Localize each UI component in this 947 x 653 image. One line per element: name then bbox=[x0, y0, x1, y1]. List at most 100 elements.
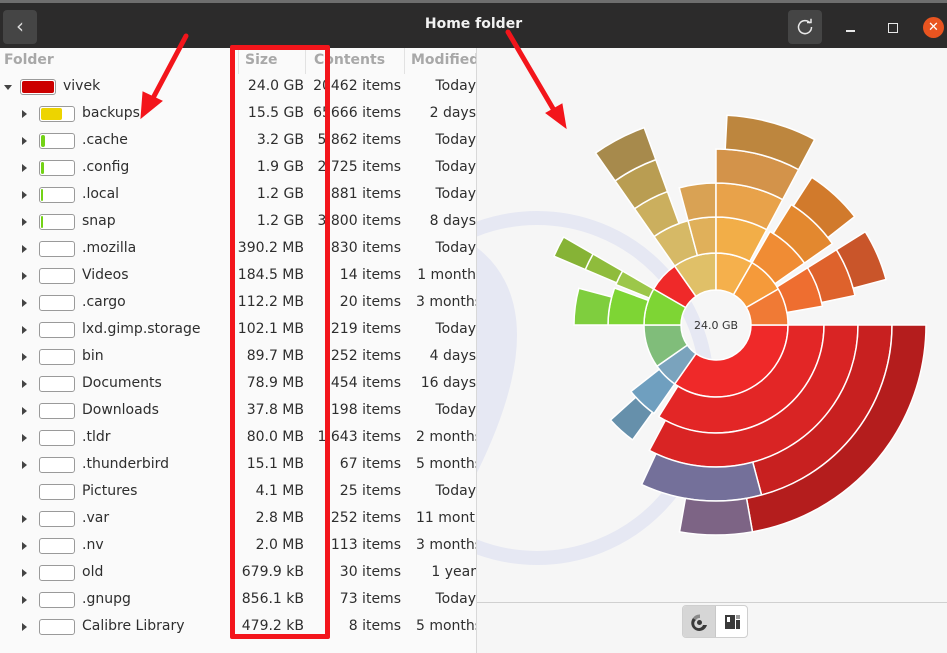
folder-modified: 2 days bbox=[429, 105, 476, 121]
size-bar bbox=[20, 79, 56, 95]
treemap-view-button[interactable] bbox=[716, 606, 747, 637]
folder-name: .tldr bbox=[82, 429, 111, 445]
folder-name: .var bbox=[82, 510, 110, 526]
folder-modified: 5 months bbox=[416, 456, 476, 472]
folder-name: .nv bbox=[82, 537, 104, 553]
size-bar-fill bbox=[41, 108, 62, 120]
folder-modified: 16 days bbox=[420, 375, 476, 391]
size-bar bbox=[39, 376, 75, 392]
ring-segment[interactable] bbox=[573, 287, 613, 326]
ring-chart-view-button[interactable] bbox=[683, 606, 716, 637]
expand-arrow-icon[interactable] bbox=[22, 326, 27, 334]
folder-modified: 5 months bbox=[416, 618, 476, 634]
folder-name: .config bbox=[82, 159, 130, 175]
expand-arrow-icon[interactable] bbox=[22, 596, 27, 604]
folder-modified: 3 months bbox=[416, 537, 476, 553]
folder-name: .local bbox=[82, 186, 120, 202]
folder-name: Videos bbox=[82, 267, 129, 283]
folder-name: .cache bbox=[82, 132, 128, 148]
folder-modified: Today bbox=[435, 159, 477, 175]
size-bar-fill bbox=[41, 135, 46, 147]
expand-arrow-icon[interactable] bbox=[22, 272, 27, 280]
size-bar bbox=[39, 349, 75, 365]
close-icon: ✕ bbox=[928, 20, 939, 35]
size-bar bbox=[39, 214, 75, 230]
folder-contents: 67 items bbox=[339, 456, 401, 472]
folder-contents: 881 items bbox=[330, 186, 401, 202]
highlight-size-column-box bbox=[230, 45, 330, 639]
folder-name: Calibre Library bbox=[82, 618, 185, 634]
folder-contents: 252 items bbox=[330, 510, 401, 526]
folder-modified: 3 months bbox=[416, 294, 476, 310]
refresh-icon bbox=[797, 18, 813, 35]
size-bar bbox=[39, 592, 75, 608]
maximize-button[interactable] bbox=[888, 23, 898, 33]
chart-view-switcher bbox=[682, 605, 748, 638]
folder-contents: 14 items bbox=[339, 267, 401, 283]
folder-modified: Today bbox=[435, 402, 477, 418]
folder-contents: 198 items bbox=[330, 402, 401, 418]
expand-arrow-icon[interactable] bbox=[22, 245, 27, 253]
folder-name: .thunderbird bbox=[82, 456, 169, 472]
column-separator bbox=[404, 48, 405, 74]
folder-modified: 1 year bbox=[431, 564, 476, 580]
ring-chart[interactable]: 24.0 GB bbox=[477, 48, 947, 602]
folder-name: .mozilla bbox=[82, 240, 137, 256]
expand-arrow-icon[interactable] bbox=[22, 380, 27, 388]
folder-name: lxd.gimp.storage bbox=[82, 321, 201, 337]
folder-modified: Today bbox=[435, 321, 477, 337]
size-bar-fill bbox=[41, 162, 44, 174]
size-bar bbox=[39, 457, 75, 473]
ring-segment[interactable] bbox=[553, 235, 595, 271]
size-bar bbox=[39, 565, 75, 581]
folder-modified: 1 month bbox=[417, 267, 476, 283]
folder-name: .cargo bbox=[82, 294, 126, 310]
collapse-arrow-icon[interactable] bbox=[4, 85, 12, 90]
size-bar bbox=[39, 484, 75, 500]
expand-arrow-icon[interactable] bbox=[22, 569, 27, 577]
folder-name: bin bbox=[82, 348, 104, 364]
expand-arrow-icon[interactable] bbox=[22, 515, 27, 523]
expand-arrow-icon[interactable] bbox=[22, 299, 27, 307]
folder-modified: Today bbox=[435, 78, 477, 94]
column-header-modified[interactable]: Modified bbox=[411, 52, 476, 68]
expand-arrow-icon[interactable] bbox=[22, 434, 27, 442]
folder-contents: 20 items bbox=[339, 294, 401, 310]
size-bar-fill bbox=[41, 189, 43, 201]
folder-modified: Today bbox=[435, 240, 477, 256]
folder-contents: 73 items bbox=[339, 591, 401, 607]
folder-contents: 25 items bbox=[339, 483, 401, 499]
minimize-button[interactable] bbox=[844, 21, 858, 35]
expand-arrow-icon[interactable] bbox=[22, 164, 27, 172]
folder-name: snap bbox=[82, 213, 116, 229]
ring-segment[interactable] bbox=[678, 497, 754, 536]
treemap-chart-icon bbox=[725, 615, 740, 629]
folder-contents: 30 items bbox=[339, 564, 401, 580]
expand-arrow-icon[interactable] bbox=[22, 137, 27, 145]
expand-arrow-icon[interactable] bbox=[22, 191, 27, 199]
expand-arrow-icon[interactable] bbox=[22, 407, 27, 415]
folder-modified: Today bbox=[435, 132, 477, 148]
expand-arrow-icon[interactable] bbox=[22, 461, 27, 469]
ring-chart-icon bbox=[691, 614, 707, 631]
folder-name: Downloads bbox=[82, 402, 159, 418]
expand-arrow-icon[interactable] bbox=[22, 623, 27, 631]
size-bar bbox=[39, 619, 75, 635]
expand-arrow-icon[interactable] bbox=[22, 110, 27, 118]
column-header-folder[interactable]: Folder bbox=[4, 52, 54, 68]
expand-arrow-icon[interactable] bbox=[22, 218, 27, 226]
expand-arrow-icon[interactable] bbox=[22, 542, 27, 550]
size-bar bbox=[39, 241, 75, 257]
folder-contents: 3 800 items bbox=[317, 213, 401, 229]
folder-name: vivek bbox=[63, 78, 101, 94]
folder-contents: 252 items bbox=[330, 348, 401, 364]
ring-segment[interactable] bbox=[678, 182, 717, 222]
folder-modified: Today bbox=[435, 186, 477, 202]
refresh-button[interactable] bbox=[788, 10, 822, 44]
size-bar bbox=[39, 160, 75, 176]
folder-contents: 830 items bbox=[330, 240, 401, 256]
folder-contents: 1 643 items bbox=[317, 429, 401, 445]
close-button[interactable]: ✕ bbox=[923, 17, 944, 38]
folder-name: Pictures bbox=[82, 483, 138, 499]
expand-arrow-icon[interactable] bbox=[22, 353, 27, 361]
